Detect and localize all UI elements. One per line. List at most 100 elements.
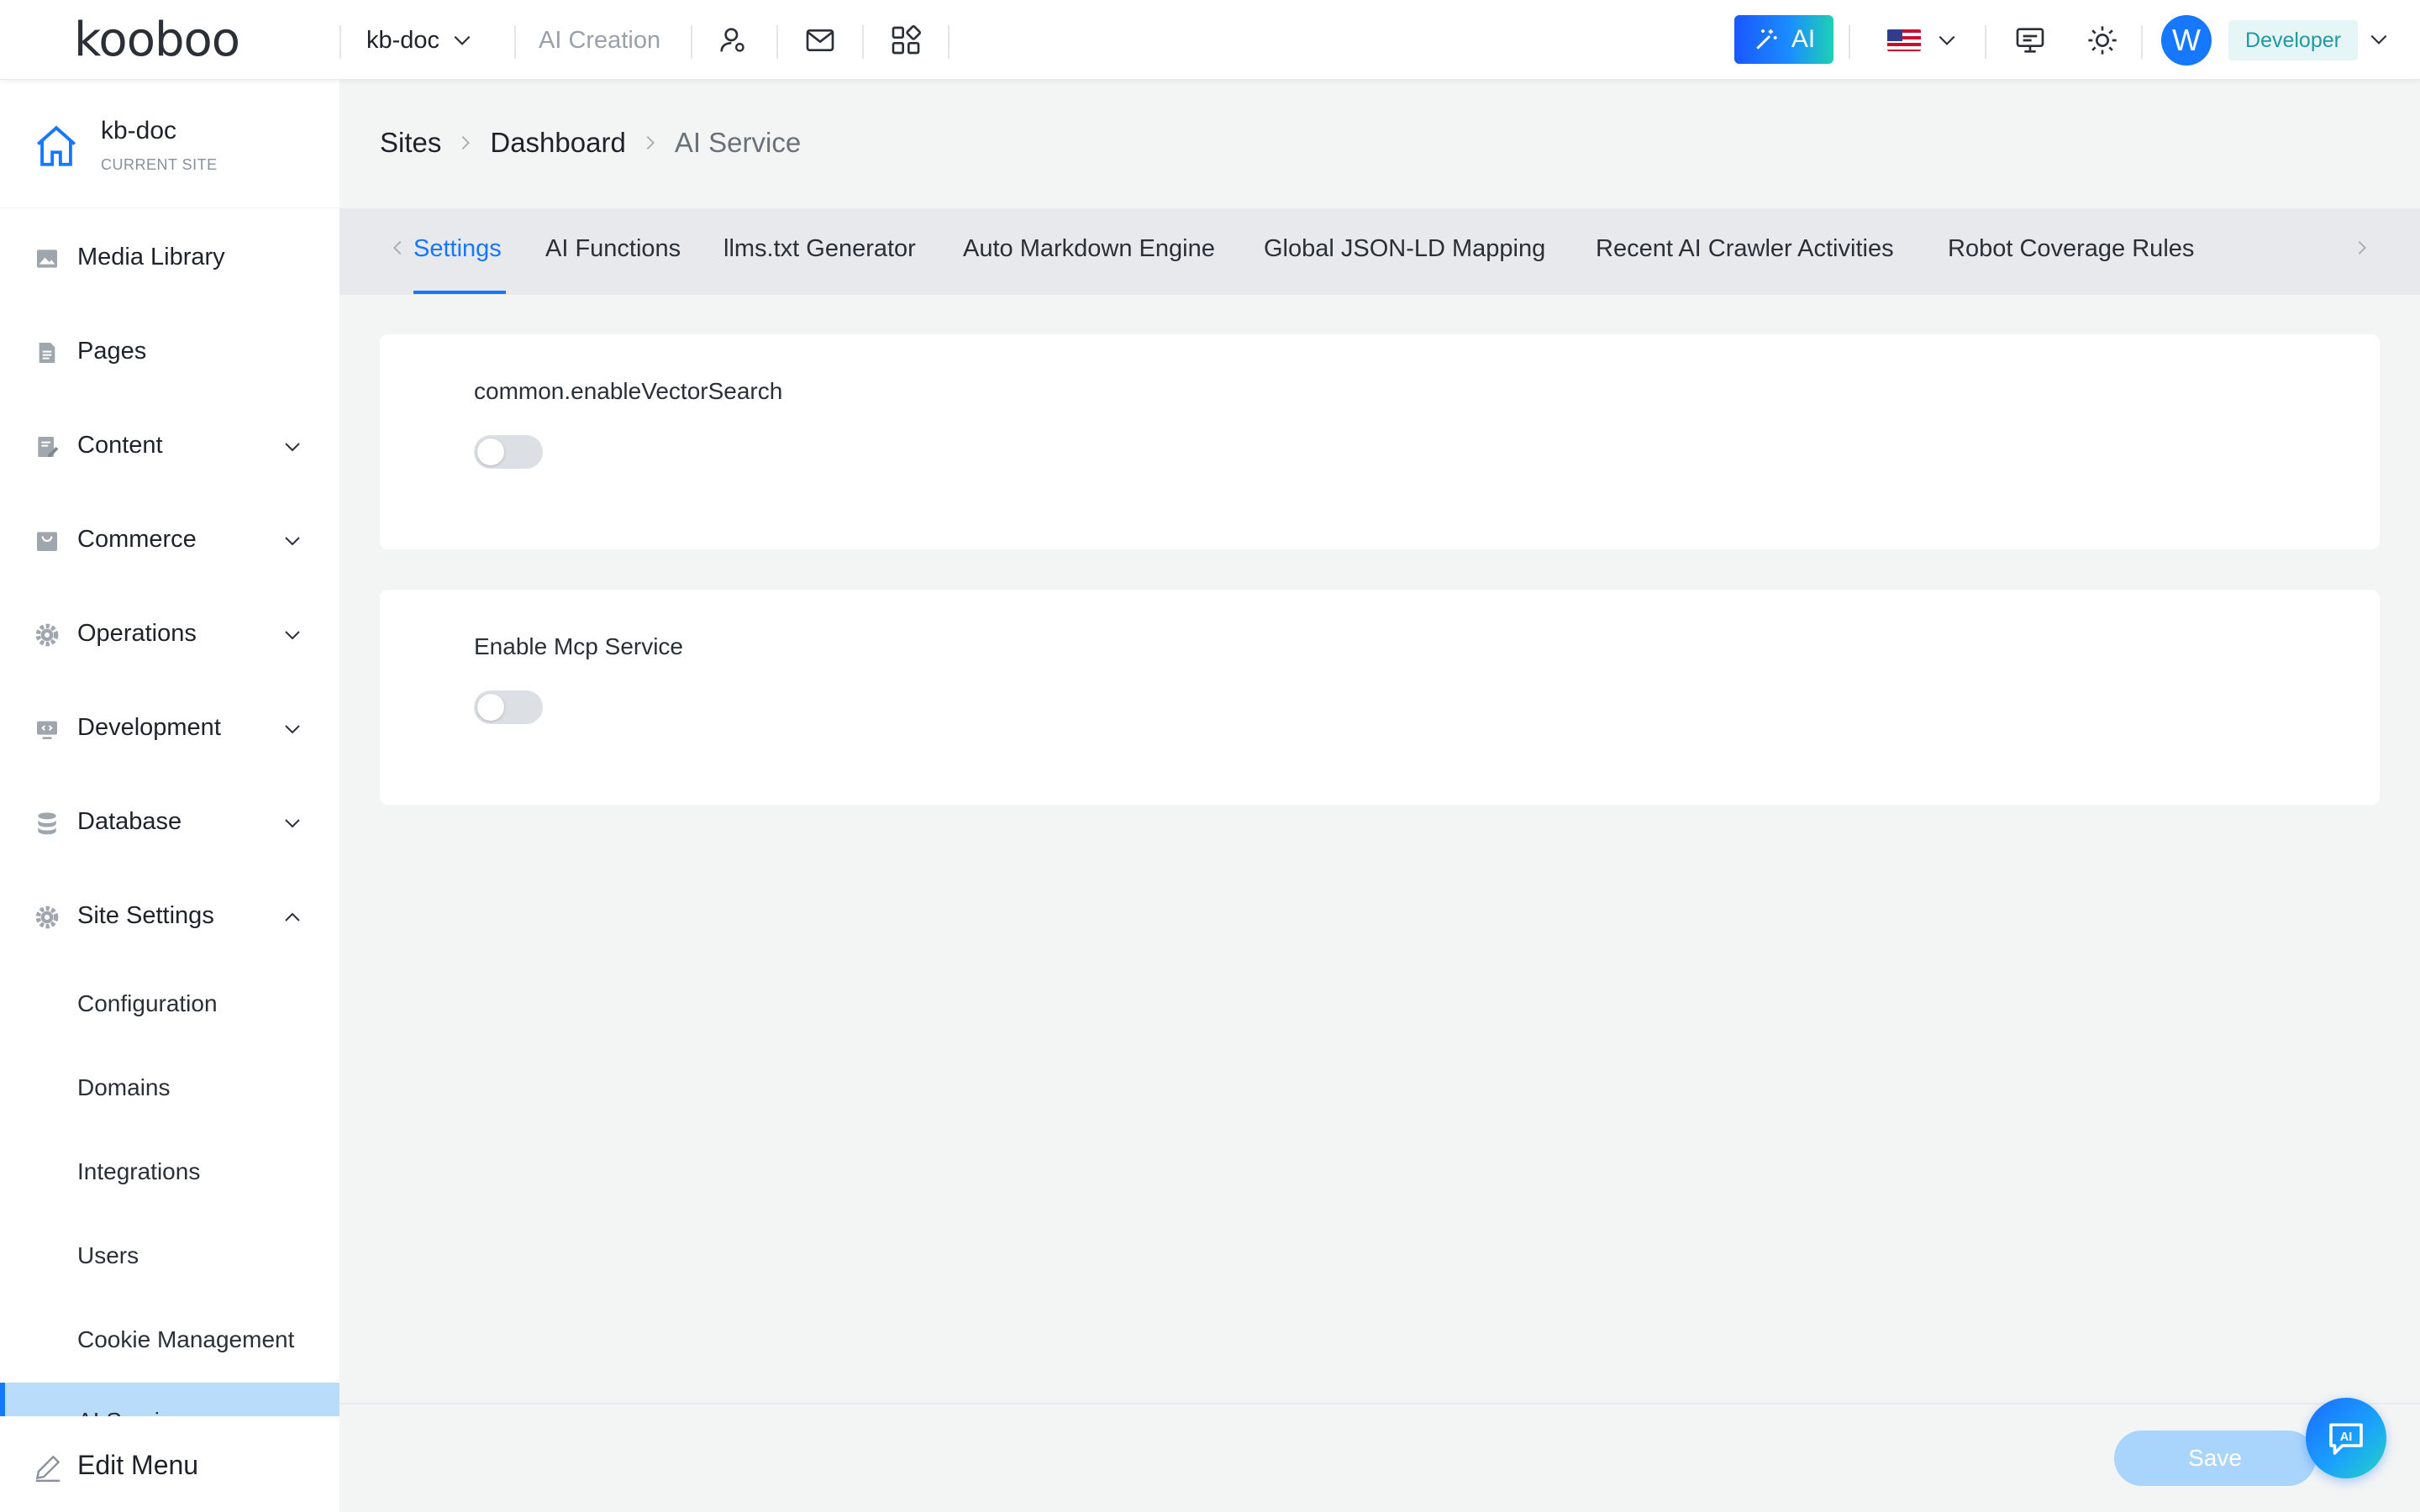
setting-label: Enable Mcp Service (474, 633, 684, 659)
divider (2141, 25, 2143, 59)
sidebar-item-label: Commerce (77, 525, 197, 553)
image-icon (37, 249, 57, 268)
sidebar-item-pages[interactable]: Pages (0, 318, 339, 385)
database-icon (38, 812, 56, 835)
edit-menu-button[interactable]: Edit Menu (0, 1416, 339, 1512)
sidebar-item-label: Database (77, 807, 182, 835)
tab-robot-coverage-rules[interactable]: Robot Coverage Rules (1948, 235, 2194, 263)
divider (1849, 25, 1850, 59)
setting-card-mcp-service: Enable Mcp Service (380, 590, 2380, 805)
vector-search-toggle[interactable] (474, 435, 543, 469)
mail-icon[interactable] (803, 24, 837, 57)
chevron-right-icon (646, 136, 655, 150)
ai-assistant-button[interactable]: AI (2306, 1398, 2386, 1478)
language-selector[interactable] (1887, 24, 1958, 57)
divider (339, 25, 341, 59)
setting-label: common.enableVectorSearch (474, 378, 783, 404)
sidebar-item-label: Content (77, 431, 163, 459)
chevron-down-icon[interactable] (2368, 29, 2390, 50)
user-settings-icon[interactable] (716, 24, 750, 57)
site-switcher[interactable]: kb-doc (366, 24, 473, 57)
sun-icon[interactable] (2086, 24, 2119, 57)
kooboo-logo[interactable]: kooboo (74, 15, 240, 66)
sidebar-item-media-library[interactable]: Media Library (0, 223, 339, 291)
shopping-bag-icon (37, 532, 57, 551)
sidebar-item-site-settings[interactable]: Site Settings (0, 882, 339, 949)
divider (514, 25, 516, 59)
chat-bubble-icon: AI (2329, 1423, 2363, 1455)
gear-icon (35, 906, 59, 929)
chevron-down-icon (1939, 35, 1955, 45)
ai-assistant-label: AI (2340, 1431, 2353, 1444)
sidebar-item-label: Site Settings (77, 901, 214, 929)
ai-button-label: AI (1791, 25, 1816, 53)
edit-menu-label: Edit Menu (77, 1450, 199, 1480)
magic-wand-icon (1756, 29, 1777, 50)
code-icon (37, 721, 57, 739)
apps-grid-icon[interactable] (889, 24, 923, 57)
sidebar-subitem-label: AI Service (77, 1408, 185, 1416)
top-header: kooboo kb-doc AI Creation AI W Developer (0, 0, 2420, 80)
sidebar-item-database[interactable]: Database (0, 788, 339, 855)
sidebar-item-content[interactable]: Content (0, 412, 339, 479)
user-avatar[interactable]: W (2161, 15, 2212, 66)
mcp-service-toggle[interactable] (474, 690, 543, 724)
site-name: kb-doc (101, 117, 177, 144)
chevron-down-icon (285, 631, 300, 640)
tab-recent-ai-crawler-activities[interactable]: Recent AI Crawler Activities (1596, 235, 1894, 263)
sidebar-item-commerce[interactable]: Commerce (0, 506, 339, 573)
gear-icon (35, 623, 59, 647)
monitor-icon[interactable] (2013, 24, 2047, 57)
divider (862, 25, 864, 59)
sidebar-item-development[interactable]: Development (0, 694, 339, 761)
breadcrumb-current: AI Service (674, 127, 802, 158)
tab-auto-markdown-engine[interactable]: Auto Markdown Engine (963, 235, 1215, 263)
ai-creation-link[interactable]: AI Creation (539, 25, 660, 55)
edit-document-icon (38, 437, 59, 457)
sidebar-subitem-users[interactable]: Users (77, 1242, 139, 1269)
chevron-down-icon (285, 819, 300, 828)
site-switcher-label: kb-doc (366, 26, 440, 54)
ai-button[interactable]: AI (1734, 15, 1833, 64)
sidebar-subitem-ai-service[interactable]: AI Service (0, 1383, 339, 1416)
divider (948, 25, 950, 59)
sidebar-item-operations[interactable]: Operations (0, 600, 339, 667)
tab-bar: Settings AI Functions llms.txt Generator… (339, 208, 2420, 295)
tab-llms-txt-generator[interactable]: llms.txt Generator (723, 235, 916, 263)
sidebar-subitem-domains[interactable]: Domains (77, 1074, 170, 1101)
current-site-card[interactable]: kb-doc CURRENT SITE (0, 80, 339, 208)
role-badge[interactable]: Developer (2228, 20, 2358, 60)
chevron-right-icon[interactable] (2353, 239, 2371, 257)
chevron-down-icon (285, 537, 300, 546)
pencil-icon (35, 1455, 60, 1483)
sidebar: kb-doc CURRENT SITE Media Library Pages … (0, 80, 339, 1512)
tab-settings[interactable]: Settings (413, 235, 502, 263)
us-flag-icon (1887, 29, 1921, 51)
sidebar-item-label: Media Library (77, 243, 225, 270)
tab-ai-functions[interactable]: AI Functions (545, 235, 681, 263)
chevron-left-icon[interactable] (388, 239, 407, 257)
document-icon (39, 343, 55, 363)
chevron-down-icon (454, 35, 471, 45)
sidebar-subitem-cookie-management[interactable]: Cookie Management (77, 1326, 294, 1353)
save-button[interactable]: Save (2114, 1431, 2316, 1486)
sidebar-item-label: Pages (77, 337, 147, 365)
chevron-down-icon (285, 443, 300, 452)
tab-global-json-ld-mapping[interactable]: Global JSON-LD Mapping (1264, 235, 1545, 263)
chevron-up-icon (285, 912, 300, 921)
footer-divider (339, 1403, 2420, 1404)
chevron-down-icon (285, 725, 300, 734)
site-subtitle: CURRENT SITE (101, 156, 218, 173)
divider (691, 25, 692, 59)
home-icon (36, 125, 76, 166)
divider (776, 25, 778, 59)
breadcrumb-dashboard[interactable]: Dashboard (490, 127, 625, 159)
breadcrumb: Sites Dashboard AI Service (380, 126, 801, 160)
divider (1985, 25, 1986, 59)
sidebar-subitem-configuration[interactable]: Configuration (77, 990, 218, 1017)
active-tab-indicator (413, 291, 506, 294)
breadcrumb-sites[interactable]: Sites (380, 127, 441, 159)
setting-card-vector-search: common.enableVectorSearch (380, 334, 2380, 549)
sidebar-item-label: Development (77, 713, 221, 741)
sidebar-subitem-integrations[interactable]: Integrations (77, 1158, 200, 1185)
